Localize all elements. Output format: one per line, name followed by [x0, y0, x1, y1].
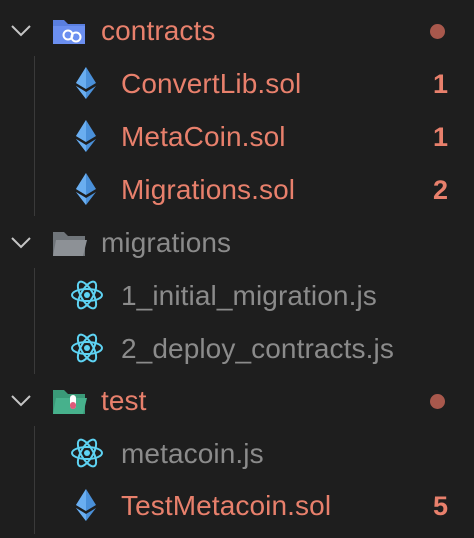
problem-count-badge: 1 [432, 69, 448, 99]
file-label: ConvertLib.sol [121, 68, 302, 99]
folder-row-contracts[interactable]: contracts [0, 3, 474, 56]
folder-row-migrations[interactable]: migrations [0, 215, 474, 268]
file-row-testmetacoin-sol[interactable]: TestMetacoin.sol 5 [0, 478, 474, 531]
react-icon [71, 333, 103, 363]
chevron-down-icon[interactable] [10, 394, 32, 408]
folder-row-test[interactable]: test [0, 373, 474, 426]
folder-label-migrations: migrations [101, 227, 232, 258]
problem-count-badge: 2 [432, 175, 448, 205]
chevron-down-icon[interactable] [10, 24, 32, 38]
chevron-down-icon[interactable] [10, 236, 32, 250]
ethereum-icon [76, 67, 96, 99]
problem-count-badge: 5 [432, 491, 448, 521]
file-row-convertlib-sol[interactable]: ConvertLib.sol 1 [0, 56, 474, 109]
folder-test-icon [53, 390, 87, 414]
folder-contracts-icon [53, 20, 85, 44]
file-label: TestMetacoin.sol [121, 490, 332, 521]
ethereum-icon [76, 120, 96, 152]
file-explorer-tree: contracts ConvertLib.sol 1 MetaCoin.sol … [0, 0, 474, 538]
file-label: 1_initial_migration.js [121, 280, 377, 311]
file-row-metacoin-sol[interactable]: MetaCoin.sol 1 [0, 109, 474, 162]
file-row-initial-migration-js[interactable]: 1_initial_migration.js [0, 268, 474, 321]
file-label: Migrations.sol [121, 174, 296, 205]
file-label: metacoin.js [121, 438, 264, 469]
problem-dot [430, 24, 445, 39]
file-label: MetaCoin.sol [121, 121, 286, 152]
react-icon [71, 438, 103, 468]
file-label: 2_deploy_contracts.js [121, 333, 394, 364]
file-row-metacoin-js[interactable]: metacoin.js [0, 426, 474, 479]
folder-icon [53, 232, 87, 256]
file-row-deploy-contracts-js[interactable]: 2_deploy_contracts.js [0, 321, 474, 374]
file-row-migrations-sol[interactable]: Migrations.sol 2 [0, 162, 474, 215]
folder-label-test: test [101, 385, 147, 416]
ethereum-icon [76, 489, 96, 521]
problem-dot [430, 394, 445, 409]
folder-label-contracts: contracts [101, 15, 216, 46]
react-icon [71, 280, 103, 310]
problem-count-badge: 1 [432, 122, 448, 152]
ethereum-icon [76, 173, 96, 205]
